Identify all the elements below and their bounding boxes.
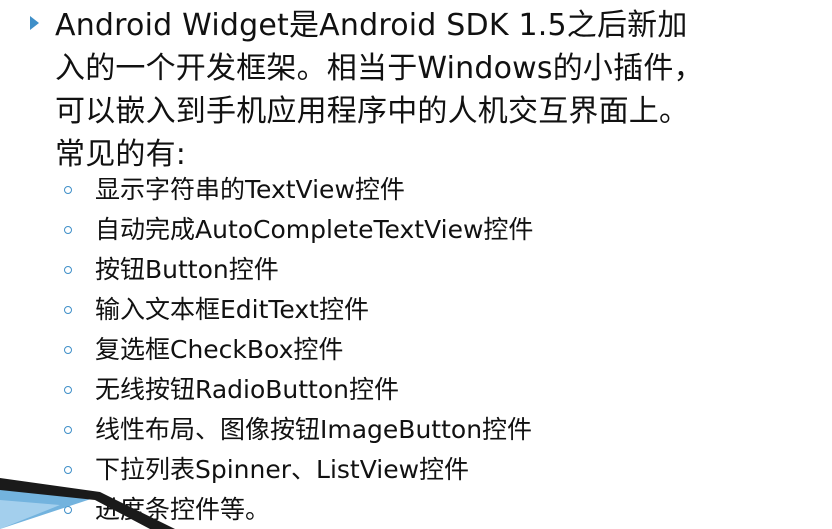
intro-line: 常见的有: — [55, 137, 187, 172]
circle-bullet-icon — [64, 226, 72, 234]
circle-bullet-icon — [64, 466, 72, 474]
intro-text: Android Widget是Android SDK 1.5之后新加 入的一个开… — [55, 4, 815, 176]
slide: Android Widget是Android SDK 1.5之后新加 入的一个开… — [0, 0, 832, 529]
circle-bullet-icon — [64, 306, 72, 314]
list-item-text: 输入文本框EditText控件 — [95, 295, 369, 324]
corner-blue-wedge — [0, 484, 100, 529]
circle-bullet-icon — [64, 386, 72, 394]
triangle-bullet-icon — [30, 16, 39, 30]
intro-line: Android Widget是Android SDK 1.5之后新加 — [55, 8, 688, 43]
list-item-text: 下拉列表Spinner、ListView控件 — [95, 455, 470, 484]
circle-bullet-icon — [64, 266, 72, 274]
circle-bullet-icon — [64, 186, 72, 194]
circle-bullet-icon — [64, 506, 72, 514]
list-item-text: 无线按钮RadioButton控件 — [95, 375, 399, 404]
list-item-text: 复选框CheckBox控件 — [95, 335, 344, 364]
list-item-text: 线性布局、图像按钮ImageButton控件 — [95, 415, 533, 444]
list-item-text: 自动完成AutoCompleteTextView控件 — [95, 215, 534, 244]
circle-bullet-icon — [64, 426, 72, 434]
intro-line: 可以嵌入到手机应用程序中的人机交互界面上。 — [55, 94, 690, 129]
circle-bullet-icon — [64, 346, 72, 354]
list-item-text: 显示字符串的TextView控件 — [95, 175, 405, 204]
corner-light-wedge — [0, 500, 60, 529]
intro-line: 入的一个开发框架。相当于Windows的小插件， — [55, 51, 704, 86]
list-item-text: 按钮Button控件 — [95, 255, 279, 284]
list-item-text: 进度条控件等。 — [95, 495, 271, 524]
